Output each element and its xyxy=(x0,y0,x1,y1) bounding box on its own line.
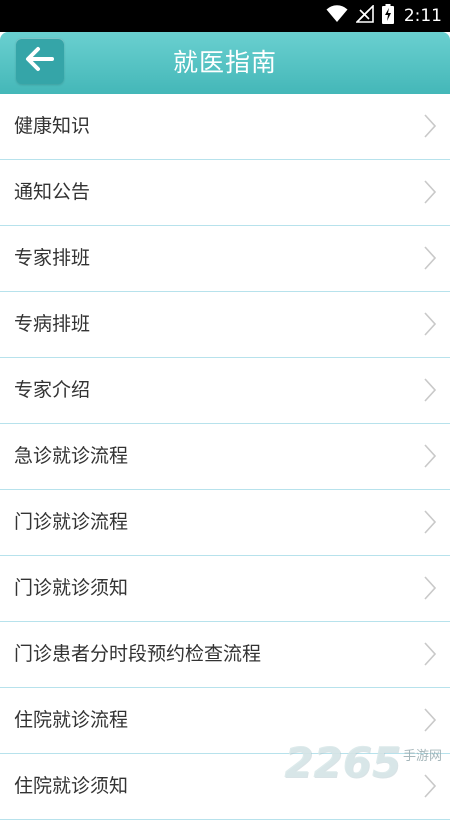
back-button[interactable] xyxy=(16,38,64,84)
watermark-number: 2265 xyxy=(284,738,401,787)
arrow-left-icon xyxy=(25,46,55,76)
list-item-specialty-schedule[interactable]: 专病排班 xyxy=(0,292,450,358)
battery-charging-icon xyxy=(381,4,394,28)
signal-off-icon xyxy=(354,4,374,27)
list-item-label: 门诊患者分时段预约检查流程 xyxy=(14,643,262,665)
chevron-right-icon xyxy=(424,708,436,732)
list-item-label: 专家排班 xyxy=(14,247,91,269)
chevron-right-icon xyxy=(424,378,436,402)
list-item-health-knowledge[interactable]: 健康知识 xyxy=(0,94,450,160)
list-item-emergency-process[interactable]: 急诊就诊流程 xyxy=(0,424,450,490)
chevron-right-icon xyxy=(424,180,436,204)
page-title: 就医指南 xyxy=(172,48,277,77)
watermark-site: 手游网 xyxy=(402,749,442,764)
list-item-label: 专家介绍 xyxy=(14,379,91,401)
list-item-expert-intro[interactable]: 专家介绍 xyxy=(0,358,450,424)
chevron-right-icon xyxy=(424,642,436,666)
list-item-label: 门诊就诊流程 xyxy=(14,511,129,533)
list-item-label: 通知公告 xyxy=(14,181,91,203)
status-bar: 2:11 xyxy=(0,0,450,32)
list-item-label: 急诊就诊流程 xyxy=(14,445,129,467)
list-item-label: 住院就诊须知 xyxy=(14,775,129,797)
guide-list: 健康知识 通知公告 专家排班 专病排班 专家介绍 急诊就诊流程 门诊就诊流程 门… xyxy=(0,94,450,820)
watermark: 2265 手游网 xyxy=(284,740,442,786)
list-item-outpatient-process[interactable]: 门诊就诊流程 xyxy=(0,490,450,556)
list-item-label: 健康知识 xyxy=(14,115,91,137)
chevron-right-icon xyxy=(424,576,436,600)
list-item-label: 专病排班 xyxy=(14,313,91,335)
chevron-right-icon xyxy=(424,246,436,270)
list-item-timed-exam-booking[interactable]: 门诊患者分时段预约检查流程 xyxy=(0,622,450,688)
list-item-expert-schedule[interactable]: 专家排班 xyxy=(0,226,450,292)
list-item-label: 住院就诊流程 xyxy=(14,709,129,731)
list-item-announcements[interactable]: 通知公告 xyxy=(0,160,450,226)
status-time: 2:11 xyxy=(403,6,442,26)
list-item-outpatient-notice[interactable]: 门诊就诊须知 xyxy=(0,556,450,622)
chevron-right-icon xyxy=(424,312,436,336)
chevron-right-icon xyxy=(424,114,436,138)
wifi-icon xyxy=(326,5,348,27)
status-icons: 2:11 xyxy=(326,0,442,32)
chevron-right-icon xyxy=(424,510,436,534)
list-item-label: 门诊就诊须知 xyxy=(14,577,129,599)
app-header: 就医指南 xyxy=(0,32,450,94)
chevron-right-icon xyxy=(424,444,436,468)
